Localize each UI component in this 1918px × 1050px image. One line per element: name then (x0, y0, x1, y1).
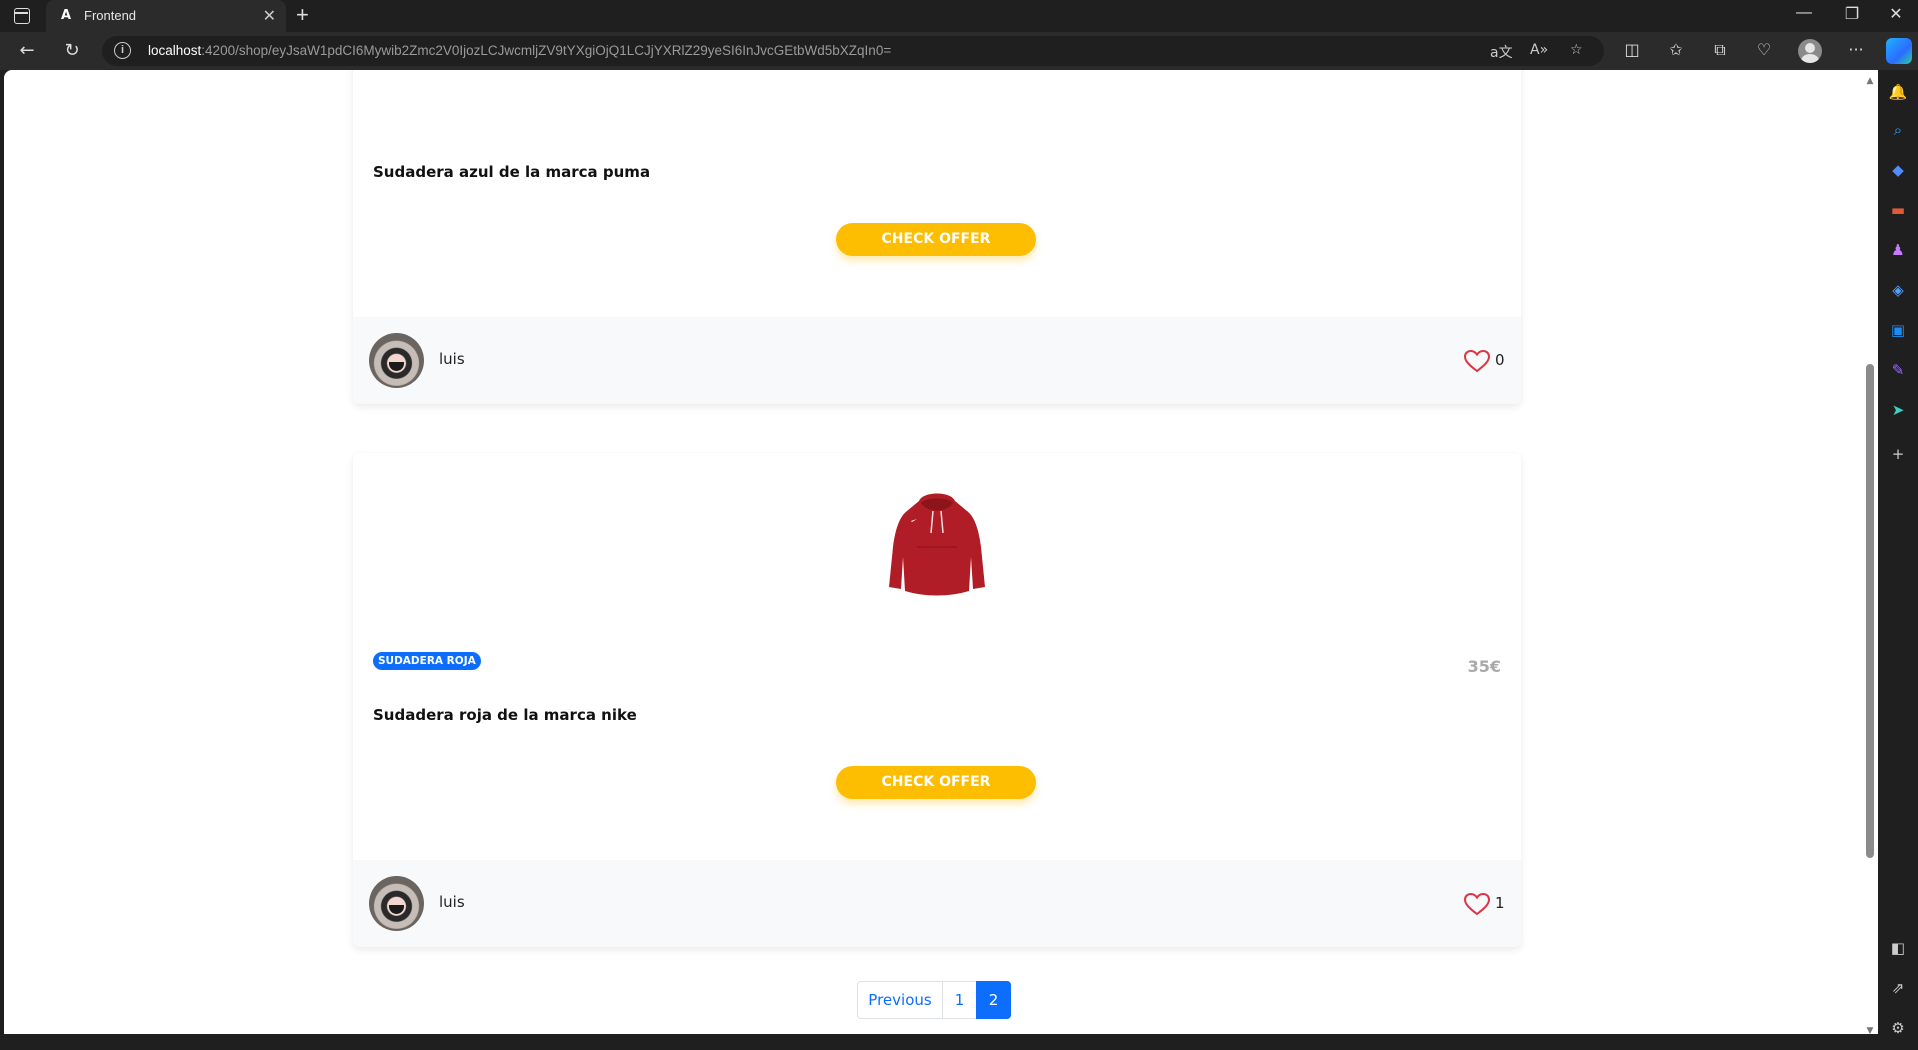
likes-count: 1 (1495, 894, 1505, 912)
close-tab-icon[interactable]: ✕ (263, 6, 276, 26)
navigation-bar: ← ↻ i localhost:4200/shop/eyJsaW1pdCI6My… (0, 32, 1918, 70)
url-text[interactable]: localhost:4200/shop/eyJsaW1pdCI6Mywib2Zm… (148, 43, 891, 58)
shopping-tag-icon[interactable]: ◆ (1888, 160, 1908, 180)
url-path: :4200/shop/eyJsaW1pdCI6Mywib2Zmc2V0IjozL… (201, 43, 892, 58)
designer-icon[interactable]: ✎ (1888, 360, 1908, 380)
address-bar[interactable]: i localhost:4200/shop/eyJsaW1pdCI6Mywib2… (102, 36, 1604, 66)
avatar[interactable] (369, 333, 424, 388)
copilot-sidebar-icon[interactable]: ◈ (1888, 280, 1908, 300)
likes-count: 0 (1495, 351, 1505, 369)
games-icon[interactable]: ♟ (1888, 240, 1908, 260)
split-screen-icon[interactable]: ◫ (1620, 40, 1644, 59)
red-hoodie-image[interactable] (889, 487, 985, 599)
tab-title: Frontend (84, 8, 137, 23)
browser-tab[interactable]: A Frontend ✕ (46, 0, 286, 32)
product-card: Sudadera azul de la marca puma CHECK OFF… (353, 70, 1521, 404)
new-tab-icon[interactable]: + (296, 2, 309, 28)
collections-icon[interactable]: ⧉ (1708, 40, 1732, 60)
browser-essentials-icon[interactable]: ♡ (1752, 40, 1776, 59)
url-host: localhost (148, 43, 202, 58)
tools-icon[interactable]: ▬ (1888, 200, 1908, 220)
check-offer-button[interactable]: CHECK OFFER (836, 766, 1036, 799)
outlook-icon[interactable]: ▣ (1888, 320, 1908, 340)
heart-icon[interactable] (1463, 349, 1491, 373)
close-window-icon[interactable]: ✕ (1876, 4, 1916, 24)
author-name[interactable]: luis (439, 350, 465, 368)
pagination-page-2[interactable]: 2 (976, 981, 1011, 1019)
notification-bell-icon[interactable]: 🔔 (1888, 82, 1908, 102)
author-name[interactable]: luis (439, 893, 465, 911)
product-price: 35€ (1467, 657, 1501, 676)
refresh-icon[interactable]: ↻ (60, 39, 84, 63)
category-badge[interactable]: SUDADERA ROJA (373, 652, 481, 670)
restore-icon[interactable]: ❐ (1832, 4, 1872, 24)
back-arrow-icon[interactable]: ← (15, 39, 39, 63)
card-footer: luis 0 (353, 317, 1521, 404)
card-footer: luis 1 (353, 860, 1521, 947)
favorites-icon[interactable]: ✩ (1664, 40, 1688, 59)
heart-icon[interactable] (1463, 892, 1491, 916)
pagination-previous[interactable]: Previous (857, 981, 943, 1019)
tab-actions-icon[interactable] (14, 8, 30, 24)
settings-gear-icon[interactable]: ⚙ (1888, 1018, 1908, 1038)
product-description: Sudadera azul de la marca puma (373, 163, 651, 181)
pagination-page-1[interactable]: 1 (942, 981, 977, 1019)
read-aloud-icon[interactable]: A» (1530, 42, 1548, 58)
telegram-icon[interactable]: ➤ (1888, 400, 1908, 420)
external-link-icon[interactable]: ⇗ (1888, 978, 1908, 998)
star-icon[interactable]: ☆ (1570, 42, 1583, 58)
angular-favicon-icon: A (60, 8, 72, 23)
page-viewport: Sudadera azul de la marca puma CHECK OFF… (4, 70, 1878, 1034)
window-bottom-edge (0, 1034, 1878, 1050)
avatar[interactable] (369, 876, 424, 931)
product-description: Sudadera roja de la marca nike (373, 706, 637, 724)
check-offer-button[interactable]: CHECK OFFER (836, 223, 1036, 256)
scroll-up-icon[interactable]: ▲ (1864, 76, 1876, 86)
add-sidebar-icon[interactable]: + (1888, 444, 1908, 464)
profile-avatar[interactable] (1798, 39, 1822, 63)
minimize-icon[interactable]: — (1784, 4, 1824, 22)
search-icon[interactable]: ⌕ (1888, 120, 1908, 140)
pagination: Previous 1 2 (857, 981, 1011, 1019)
product-card: SUDADERA ROJA 35€ Sudadera roja de la ma… (353, 453, 1521, 947)
copilot-icon[interactable] (1886, 38, 1912, 64)
translate-icon[interactable]: a文 (1490, 42, 1513, 62)
more-icon[interactable]: ··· (1844, 40, 1868, 59)
hide-sidebar-icon[interactable]: ◧ (1888, 938, 1908, 958)
scroll-thumb[interactable] (1866, 364, 1874, 858)
info-icon[interactable]: i (114, 42, 131, 59)
title-bar: A Frontend ✕ + — ❐ ✕ (0, 0, 1918, 32)
